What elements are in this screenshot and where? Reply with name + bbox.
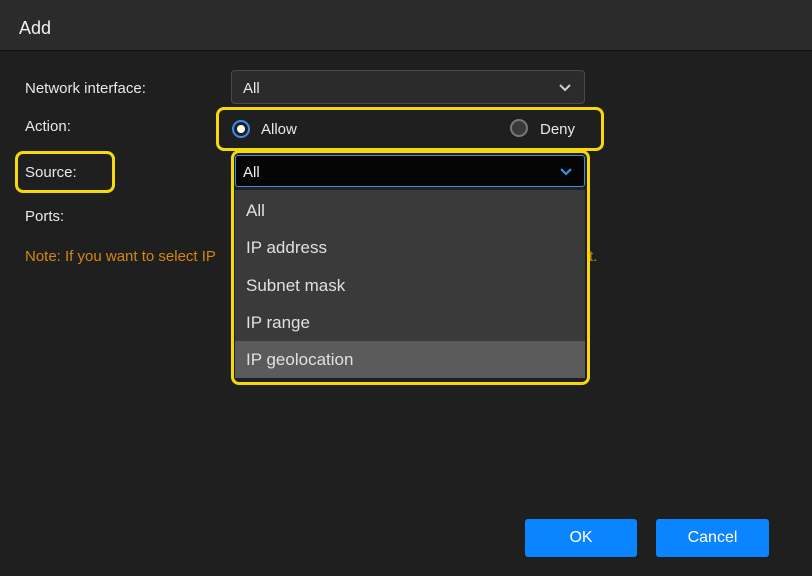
source-option-subnet-mask[interactable]: Subnet mask <box>235 267 585 304</box>
ports-label: Ports: <box>25 208 65 225</box>
action-label: Action: <box>25 118 71 135</box>
dialog-title: Add <box>19 18 52 38</box>
note-text-end: t. <box>589 248 598 265</box>
dialog-titlebar: Add <box>0 0 812 51</box>
source-option-ip-address[interactable]: IP address <box>235 229 585 266</box>
network-interface-label: Network interface: <box>25 80 146 97</box>
ok-button[interactable]: OK <box>525 519 637 557</box>
source-select[interactable]: All <box>235 155 585 187</box>
source-label: Source: <box>25 164 77 181</box>
deny-radio-label[interactable]: Deny <box>540 121 575 138</box>
source-dropdown-menu: All IP address Subnet mask IP range IP g… <box>235 190 585 378</box>
network-interface-select[interactable]: All <box>231 70 585 104</box>
allow-radio-label[interactable]: Allow <box>261 121 297 138</box>
deny-radio-icon[interactable] <box>510 119 528 137</box>
network-interface-value: All <box>243 80 260 97</box>
source-value: All <box>243 164 260 181</box>
chevron-down-icon <box>560 168 572 176</box>
note-text-start: Note: If you want to select IP <box>25 248 216 265</box>
source-option-all[interactable]: All <box>235 192 585 229</box>
source-option-ip-range[interactable]: IP range <box>235 304 585 341</box>
cancel-button[interactable]: Cancel <box>656 519 769 557</box>
source-option-ip-geolocation[interactable]: IP geolocation <box>235 341 585 378</box>
allow-radio-icon[interactable] <box>232 120 250 138</box>
chevron-down-icon <box>559 84 571 92</box>
